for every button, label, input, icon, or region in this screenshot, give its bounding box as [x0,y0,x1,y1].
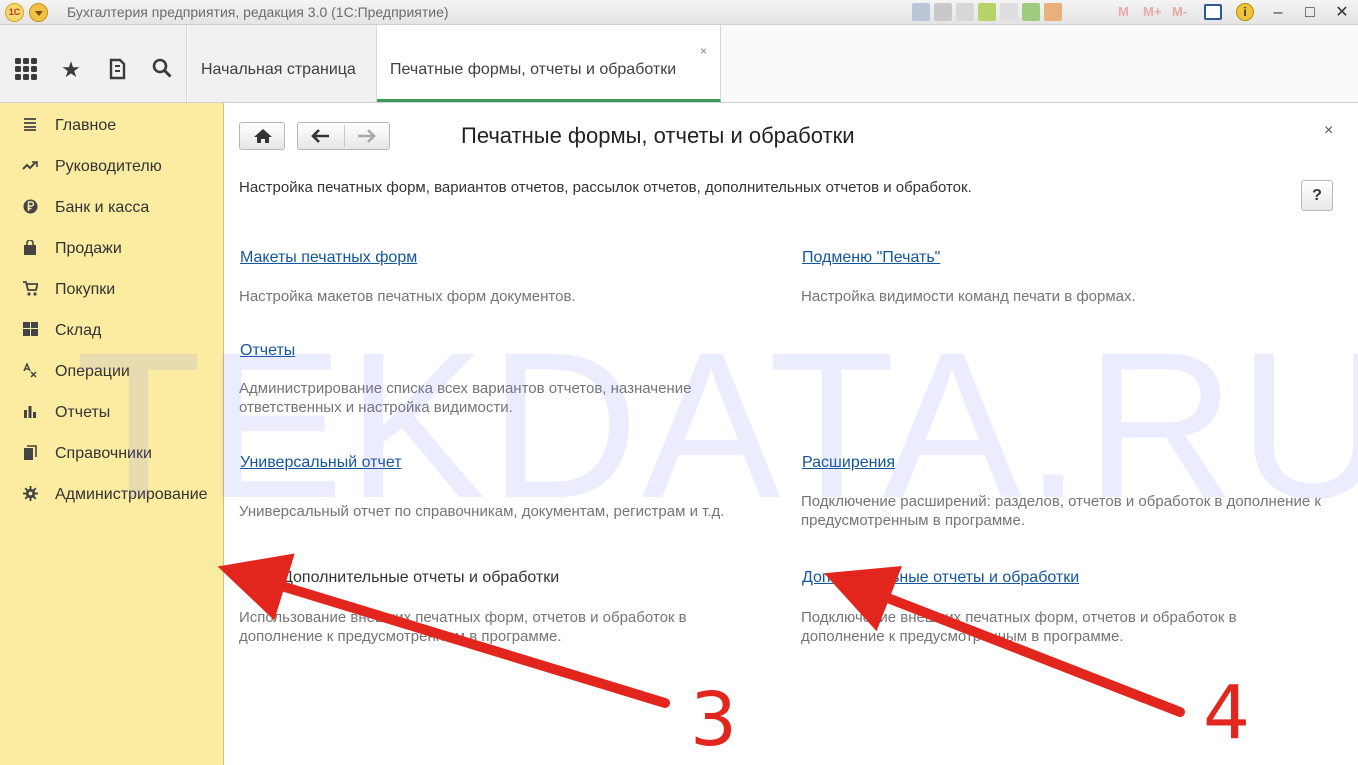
title-bar: 1С Бухгалтерия предприятия, редакция 3.0… [0,0,1358,25]
link-reports[interactable]: Отчеты [240,342,295,360]
desc-print-templates: Настройка макетов печатных форм документ… [239,288,576,305]
panels-icon[interactable] [1204,4,1222,20]
navigation-buttons [297,122,390,150]
close-window-button[interactable]: ✕ [1326,0,1358,25]
ruble-coin-icon [21,199,39,217]
shopping-bag-icon [21,239,39,258]
tab-close-icon[interactable]: × [700,45,707,57]
intro-text: Настройка печатных форм, вариантов отчет… [239,179,972,196]
gear-icon [21,486,39,504]
calendar-icon[interactable] [1044,3,1062,21]
bar-chart-icon [21,404,39,422]
books-icon [21,445,39,463]
sidebar-item-label: Руководителю [55,158,162,175]
tab-home-label: Начальная страница [201,61,356,78]
cart-icon [21,281,39,299]
memory-minus-button[interactable]: M- [1172,4,1187,19]
tab-print-forms-label: Печатные формы, отчеты и обработки [390,61,677,78]
additional-reports-checkbox[interactable] [240,568,262,588]
sidebar-item-label: Продажи [55,240,122,257]
history-icon[interactable] [104,57,130,83]
help-button[interactable]: ? [1301,180,1333,211]
desc-additional-reports-usage: Использование внешних печатных форм, отч… [239,609,687,645]
annotation-marker-4: 4 [1203,670,1251,756]
document-icon[interactable] [1000,3,1018,21]
sidebar-item-warehouse[interactable]: Склад [0,318,223,346]
sidebar-item-label: Склад [55,322,102,339]
link-print-templates[interactable]: Макеты печатных форм [240,249,417,267]
calculator-icon[interactable] [1022,3,1040,21]
link-print-submenu[interactable]: Подменю "Печать" [802,249,940,267]
sidebar-item-label: Справочники [55,445,152,462]
sidebar-item-label: Администрирование [55,486,208,503]
sidebar-item-reports[interactable]: Отчеты [0,400,223,428]
link-additional-reports[interactable]: Дополнительные отчеты и обработки [802,569,1079,587]
home-icon [254,129,272,143]
sidebar-item-operations[interactable]: Операции [0,359,223,387]
title-toolbar [912,3,1062,22]
sidebar-item-label: Банк и касса [55,199,150,216]
print-icon[interactable] [934,3,952,21]
sidebar-item-main[interactable]: Главное [0,113,223,141]
tab-print-forms[interactable]: Печатные формы, отчеты и обработки × [377,25,721,102]
main-menu-button[interactable] [29,3,48,22]
window-title: Бухгалтерия предприятия, редакция 3.0 (1… [67,4,449,20]
section-bar: ★ Начальная страница Печатные формы, отч… [0,25,1358,103]
desc-extensions: Подключение расширений: разделов, отчето… [801,493,1321,529]
link-universal-report[interactable]: Универсальный отчет [240,454,402,472]
sidebar-item-label: Операции [55,363,130,380]
trend-icon [21,158,39,176]
memory-plus-button[interactable]: M+ [1143,4,1161,19]
close-form-icon[interactable]: × [1324,122,1333,140]
preview-icon[interactable] [956,3,974,21]
page-title: Печатные формы, отчеты и обработки [461,123,855,148]
tab-home[interactable]: Начальная страница [188,25,377,102]
sidebar-item-label: Отчеты [55,404,111,421]
favorites-star-icon[interactable]: ★ [58,57,84,83]
home-button[interactable] [239,122,285,150]
link-extensions[interactable]: Расширения [802,454,895,472]
search-icon[interactable] [149,57,175,83]
save-icon[interactable] [912,3,930,21]
desc-additional-reports: Подключение внешних печатных форм, отчет… [801,609,1237,645]
forward-arrow-icon[interactable] [356,129,376,143]
sections-grid-icon[interactable] [13,57,39,83]
sidebar-item-label: Покупки [55,281,116,298]
desc-universal-report: Универсальный отчет по справочникам, док… [239,503,725,520]
desc-reports: Администрирование списка всех вариантов … [239,380,692,416]
global-tools: ★ [0,25,187,102]
sidebar-item-label: Главное [55,117,117,134]
menu-lines-icon [21,117,39,135]
sidebar-item-bank[interactable]: Банк и касса [0,195,223,223]
main-content: Печатные формы, отчеты и обработки × Нас… [224,103,1358,765]
sidebar-item-directories[interactable]: Справочники [0,441,223,469]
sections-sidebar: Главное Руководителю Банк и касса Продаж… [0,103,224,765]
annotation-marker-3: 3 [690,677,738,763]
memory-button[interactable]: M [1118,4,1129,19]
sidebar-item-administration[interactable]: Администрирование [0,482,223,510]
minimize-button[interactable]: – [1262,0,1294,25]
nav-divider [344,125,345,147]
sidebar-item-purchases[interactable]: Покупки [0,277,223,305]
back-arrow-icon[interactable] [311,129,331,143]
operations-icon [21,362,39,381]
desc-print-submenu: Настройка видимости команд печати в форм… [801,288,1136,305]
sidebar-item-manager[interactable]: Руководителю [0,154,223,182]
checkmark-icon [242,568,262,587]
app-logo: 1С [5,3,24,22]
favorites-add-icon[interactable] [978,3,996,21]
additional-reports-checkbox-label[interactable]: Дополнительные отчеты и обработки [282,569,559,587]
maximize-button[interactable]: □ [1294,0,1326,25]
warehouse-grid-icon [21,322,39,340]
sidebar-item-sales[interactable]: Продажи [0,236,223,264]
window-controls: – □ ✕ [1262,0,1358,25]
info-icon[interactable]: i [1236,3,1254,21]
